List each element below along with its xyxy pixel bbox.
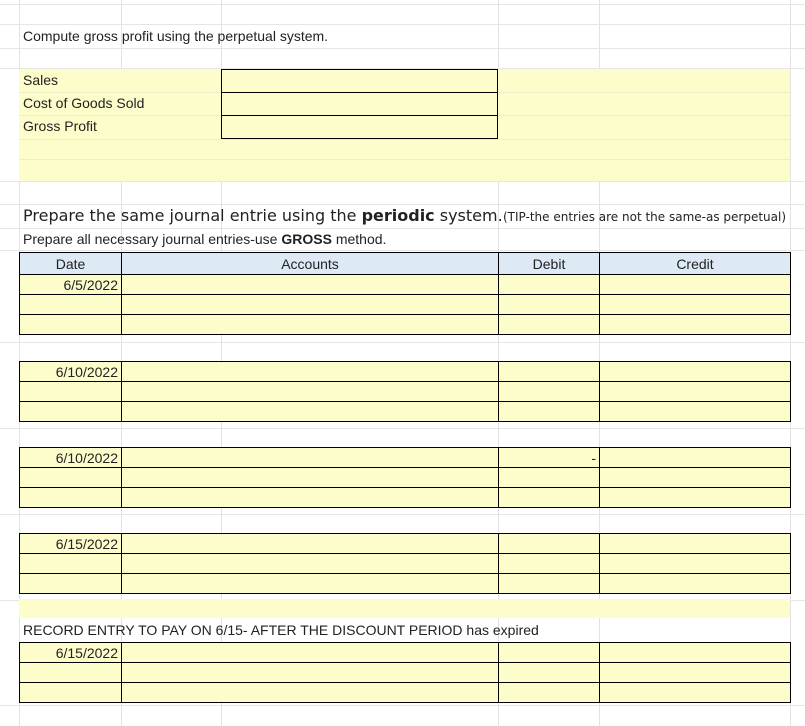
account-cell[interactable] xyxy=(121,401,499,422)
date-cell[interactable] xyxy=(19,553,122,574)
journal-table-5: 6/15/2022 xyxy=(19,642,791,703)
date-cell[interactable] xyxy=(19,662,122,683)
account-cell[interactable] xyxy=(121,487,499,508)
journal-table-3: 6/10/2022 - xyxy=(19,447,791,508)
account-cell[interactable] xyxy=(121,381,499,402)
header-credit: Credit xyxy=(599,252,791,275)
journal-table-1: Date Accounts Debit Credit 6/5/2022 xyxy=(19,252,791,335)
debit-cell[interactable] xyxy=(498,274,600,295)
table-row: 6/5/2022 xyxy=(19,274,791,295)
credit-cell[interactable] xyxy=(599,682,791,703)
debit-cell[interactable] xyxy=(498,553,600,574)
credit-cell[interactable] xyxy=(599,642,791,663)
credit-cell[interactable] xyxy=(599,553,791,574)
debit-cell[interactable] xyxy=(498,573,600,594)
credit-cell[interactable] xyxy=(599,447,791,468)
account-cell[interactable] xyxy=(121,662,499,683)
table-row xyxy=(19,487,791,508)
cogs-input[interactable] xyxy=(221,92,498,116)
table-row: 6/10/2022 xyxy=(19,361,791,382)
gross-profit-input[interactable] xyxy=(221,115,498,139)
table-row xyxy=(19,401,791,422)
debit-cell[interactable] xyxy=(498,682,600,703)
account-cell[interactable] xyxy=(121,361,499,382)
date-cell[interactable] xyxy=(19,487,122,508)
table-row xyxy=(19,662,791,683)
table-row xyxy=(19,314,791,335)
account-cell[interactable] xyxy=(121,274,499,295)
debit-cell[interactable] xyxy=(498,487,600,508)
journal-table-2: 6/10/2022 xyxy=(19,361,791,422)
gross-profit-prompt: Compute gross profit using the perpetual… xyxy=(23,28,329,44)
table-row xyxy=(19,553,791,574)
date-cell[interactable]: 6/10/2022 xyxy=(19,361,122,382)
journal-table-4: 6/15/2022 xyxy=(19,533,791,594)
date-cell[interactable] xyxy=(19,401,122,422)
date-cell[interactable] xyxy=(19,381,122,402)
credit-cell[interactable] xyxy=(599,573,791,594)
credit-cell[interactable] xyxy=(599,274,791,295)
date-cell[interactable]: 6/10/2022 xyxy=(19,447,122,468)
header-debit: Debit xyxy=(498,252,600,275)
gross-method-instruction: Prepare all necessary journal entries-us… xyxy=(23,231,387,247)
account-cell[interactable] xyxy=(121,682,499,703)
table-row: 6/15/2022 xyxy=(19,533,791,554)
date-cell[interactable] xyxy=(19,467,122,488)
cogs-label: Cost of Goods Sold xyxy=(23,95,145,111)
account-cell[interactable] xyxy=(121,447,499,468)
date-cell[interactable] xyxy=(19,573,122,594)
table-row xyxy=(19,573,791,594)
debit-cell[interactable] xyxy=(498,314,600,335)
debit-cell[interactable] xyxy=(498,381,600,402)
account-cell[interactable] xyxy=(121,294,499,315)
account-cell[interactable] xyxy=(121,533,499,554)
debit-cell[interactable] xyxy=(498,401,600,422)
table-row: 6/10/2022 - xyxy=(19,447,791,468)
credit-cell[interactable] xyxy=(599,467,791,488)
debit-cell[interactable] xyxy=(498,662,600,683)
debit-cell[interactable] xyxy=(498,361,600,382)
sales-label: Sales xyxy=(23,72,59,88)
spacer-highlight xyxy=(19,599,790,618)
debit-cell[interactable] xyxy=(498,533,600,554)
tip-note: (TIP-the entries are not the same-as per… xyxy=(503,210,787,224)
header-accounts: Accounts xyxy=(121,252,499,275)
credit-cell[interactable] xyxy=(599,314,791,335)
credit-cell[interactable] xyxy=(599,533,791,554)
account-cell[interactable] xyxy=(121,642,499,663)
account-cell[interactable] xyxy=(121,573,499,594)
debit-cell[interactable] xyxy=(498,467,600,488)
credit-cell[interactable] xyxy=(599,381,791,402)
gross-profit-label: Gross Profit xyxy=(23,118,97,134)
record-entry-note: RECORD ENTRY TO PAY ON 6/15- AFTER THE D… xyxy=(23,622,539,638)
date-cell[interactable] xyxy=(19,294,122,315)
debit-cell[interactable] xyxy=(498,642,600,663)
date-cell[interactable]: 6/5/2022 xyxy=(19,274,122,295)
account-cell[interactable] xyxy=(121,314,499,335)
credit-cell[interactable] xyxy=(599,361,791,382)
debit-cell[interactable]: - xyxy=(498,447,600,468)
credit-cell[interactable] xyxy=(599,662,791,683)
credit-cell[interactable] xyxy=(599,401,791,422)
date-cell[interactable]: 6/15/2022 xyxy=(19,642,122,663)
table-row xyxy=(19,381,791,402)
credit-cell[interactable] xyxy=(599,294,791,315)
table-row xyxy=(19,682,791,703)
account-cell[interactable] xyxy=(121,467,499,488)
table-row: 6/15/2022 xyxy=(19,642,791,663)
account-cell[interactable] xyxy=(121,553,499,574)
credit-cell[interactable] xyxy=(599,487,791,508)
periodic-heading: Prepare the same journal entrie using th… xyxy=(23,206,503,225)
sales-input[interactable] xyxy=(221,69,498,93)
debit-cell[interactable] xyxy=(498,294,600,315)
date-cell[interactable]: 6/15/2022 xyxy=(19,533,122,554)
table-row xyxy=(19,294,791,315)
header-date: Date xyxy=(19,252,122,275)
journal-header-row: Date Accounts Debit Credit xyxy=(19,252,791,275)
table-row xyxy=(19,467,791,488)
date-cell[interactable] xyxy=(19,314,122,335)
date-cell[interactable] xyxy=(19,682,122,703)
